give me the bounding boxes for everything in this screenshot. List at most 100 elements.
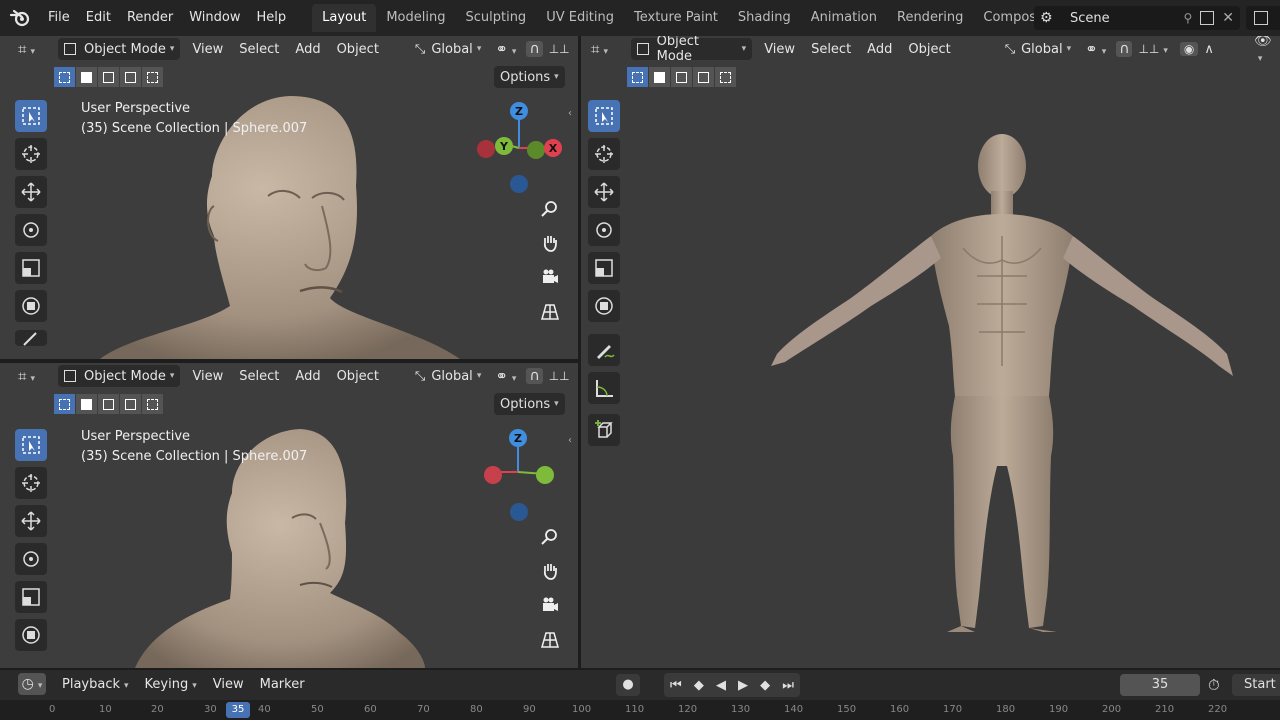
menu-add[interactable]: Add [287,42,328,57]
tab-rendering[interactable]: Rendering [887,4,973,32]
cursor-tool[interactable] [588,138,620,170]
zoom-icon[interactable] [537,196,563,222]
editor-type-icon[interactable]: ⌗ ▾ [18,367,48,385]
prev-keyframe-icon[interactable]: ◆ [694,678,704,693]
timeline-ruler[interactable]: 0 10 20 30 35 40 50 60 70 80 90 100 110 … [0,700,1280,720]
menu-view[interactable]: View [205,677,252,692]
menu-view[interactable]: View [184,42,231,57]
orientation-dropdown[interactable]: ⤡ Global ▾ [409,38,487,60]
menu-file[interactable]: File [40,0,78,36]
scale-tool[interactable] [15,581,47,613]
viewport-canvas[interactable] [581,36,1280,668]
options-dropdown[interactable]: Options ▾ [494,393,565,415]
select-subtract-icon[interactable] [98,394,119,414]
pivot-icon[interactable]: ⚭ ▾ [1085,40,1106,58]
mode-dropdown[interactable]: Object Mode ▾ [630,36,753,64]
menu-edit[interactable]: Edit [78,0,119,36]
select-new-icon[interactable] [627,67,648,87]
menu-help[interactable]: Help [249,0,295,36]
pin-icon[interactable]: ⚲ [1183,11,1192,25]
select-extend-icon[interactable] [76,394,97,414]
start-label[interactable]: Start [1232,674,1280,696]
scale-tool[interactable] [15,252,47,284]
menu-view[interactable]: View [756,42,803,57]
add-cube-tool[interactable] [588,414,620,446]
close-icon[interactable]: ✕ [1222,10,1234,26]
vertical-divider[interactable] [578,36,581,668]
menu-marker[interactable]: Marker [252,677,313,692]
pivot-icon[interactable]: ⚭ ▾ [495,367,516,385]
scene-name[interactable]: Scene [1070,11,1110,26]
menu-playback[interactable]: Playback ▾ [54,677,137,692]
play-icon[interactable]: ▶ [738,678,748,693]
tab-layout[interactable]: Layout [312,4,377,32]
horizontal-divider[interactable] [0,359,578,363]
menu-window[interactable]: Window [181,0,248,36]
editor-type-icon[interactable]: ⌗ ▾ [591,40,621,58]
orientation-dropdown[interactable]: ⤡ Global ▾ [999,38,1077,60]
snap-icon[interactable]: ∩ [526,368,543,384]
camera-icon[interactable] [537,592,563,618]
proportional-edit-icon[interactable]: ◉ [1179,42,1199,56]
rotate-tool[interactable] [15,214,47,246]
collapse-arrow-icon[interactable]: ‹ [568,108,572,119]
scene-selector[interactable]: ⚙ Scene ⚲ ✕ [1034,6,1240,30]
snap-increment-icon[interactable]: ⊥⊥ ▾ [1138,42,1167,56]
tab-uv-editing[interactable]: UV Editing [536,4,624,32]
select-extend-icon[interactable] [76,67,97,87]
select-invert-icon[interactable] [693,67,714,87]
menu-object[interactable]: Object [900,42,958,57]
select-invert-icon[interactable] [120,394,141,414]
menu-select[interactable]: Select [803,42,859,57]
transform-tool[interactable] [588,290,620,322]
perspective-grid-icon[interactable] [537,627,563,653]
select-extend-icon[interactable] [649,67,670,87]
collapse-arrow-icon[interactable]: ‹ [568,435,572,446]
record-icon[interactable]: ● [616,674,640,696]
navigation-gizmo[interactable]: Z Y X [474,100,564,200]
current-frame-field[interactable]: 35 [1120,674,1200,696]
menu-object[interactable]: Object [329,42,387,57]
blender-logo-icon[interactable] [0,0,40,36]
snap-increment-icon[interactable]: ⊥⊥ [549,42,570,56]
mode-dropdown[interactable]: Object Mode ▾ [58,365,181,387]
new-scene-icon[interactable] [1200,11,1215,25]
menu-view[interactable]: View [184,369,231,384]
mode-dropdown[interactable]: Object Mode ▾ [58,38,181,60]
current-frame-marker[interactable]: 35 [226,702,250,718]
visibility-icon[interactable]: 👁▾ [1254,36,1280,65]
select-intersect-icon[interactable] [715,67,736,87]
zoom-icon[interactable] [537,524,563,550]
select-subtract-icon[interactable] [98,67,119,87]
menu-object[interactable]: Object [329,369,387,384]
pivot-icon[interactable]: ⚭ ▾ [495,40,516,58]
clock-icon[interactable]: ⏱ [1208,676,1220,694]
move-tool[interactable] [15,505,47,537]
pan-hand-icon[interactable] [537,558,563,584]
camera-icon[interactable] [537,264,563,290]
cursor-tool[interactable] [15,138,47,170]
annotate-tool[interactable] [588,334,620,366]
select-box-tool[interactable] [15,100,47,132]
rotate-tool[interactable] [588,214,620,246]
snap-icon[interactable]: ∩ [1116,41,1133,57]
rotate-tool[interactable] [15,543,47,575]
select-invert-icon[interactable] [120,67,141,87]
falloff-icon[interactable]: ∧ [1204,42,1214,57]
cursor-tool[interactable] [15,467,47,499]
tab-modeling[interactable]: Modeling [376,4,455,32]
scale-tool[interactable] [588,252,620,284]
view-layer-selector[interactable] [1246,6,1280,30]
select-intersect-icon[interactable] [142,394,163,414]
move-tool[interactable] [588,176,620,208]
tab-sculpting[interactable]: Sculpting [455,4,536,32]
measure-tool[interactable] [588,372,620,404]
jump-start-icon[interactable]: ⏮ [670,678,682,693]
snap-increment-icon[interactable]: ⊥⊥ [549,369,570,383]
menu-keying[interactable]: Keying ▾ [137,677,205,692]
select-box-tool[interactable] [15,429,47,461]
menu-select[interactable]: Select [231,42,287,57]
tab-animation[interactable]: Animation [801,4,887,32]
play-reverse-icon[interactable]: ◀ [716,678,726,693]
menu-add[interactable]: Add [287,369,328,384]
